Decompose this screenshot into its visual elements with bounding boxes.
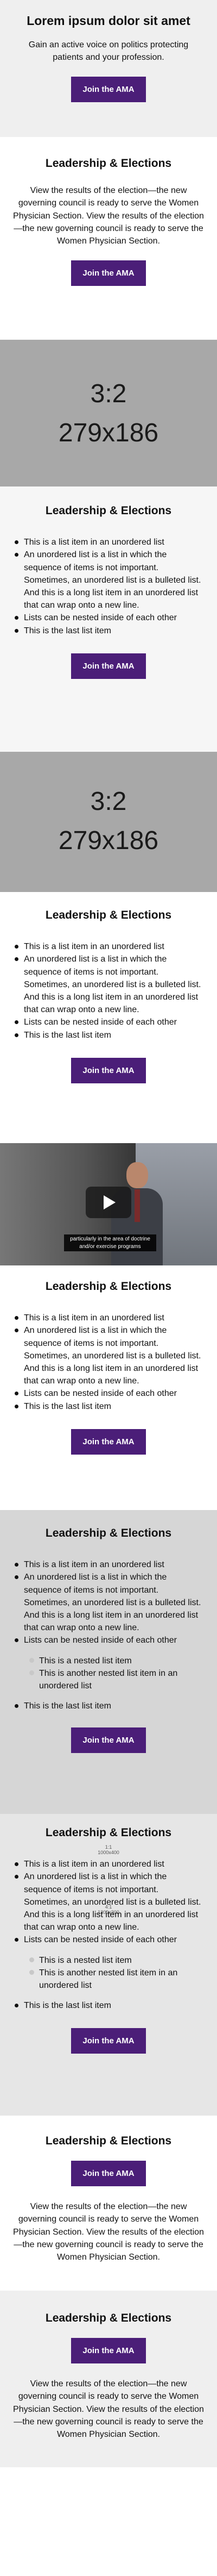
leadership-list-section: Leadership & Elections This is a list it… — [0, 486, 217, 752]
hero-section: Lorem ipsum dolor sit amet Gain an activ… — [0, 0, 217, 137]
section-title: Leadership & Elections — [45, 504, 172, 517]
leadership-text-section: Leadership & Elections View the results … — [0, 137, 217, 340]
join-button[interactable]: Join the AMA — [71, 2028, 146, 2054]
list-item: An unordered list is a list in which the… — [13, 1324, 204, 1387]
hero-text: Gain an active voice on politics protect… — [28, 40, 189, 62]
list-item: Lists can be nested inside of each other… — [13, 1933, 204, 1992]
placeholder-ratio: 3:2 — [90, 787, 127, 816]
nested-list-item: This is another nested list item in an u… — [24, 1967, 204, 1992]
list-item: This is the last list item — [13, 1029, 204, 1041]
section-text: View the results of the election—the new… — [13, 186, 204, 246]
join-button[interactable]: Join the AMA — [71, 1057, 146, 1083]
list-item: This is the last list item — [13, 625, 204, 637]
join-button[interactable]: Join the AMA — [71, 1727, 146, 1754]
section-title: Leadership & Elections — [45, 2312, 172, 2324]
list-item: This is a list item in an unordered list — [13, 1558, 204, 1571]
list-item: An unordered list is a list in which the… — [13, 1870, 204, 1933]
list-item: An unordered list is a list in which the… — [13, 953, 204, 1016]
list-item: This is a list item in an unordered list — [13, 940, 204, 953]
list-item: Lists can be nested inside of each other — [13, 612, 204, 624]
hero-title: Lorem ipsum dolor sit amet — [27, 14, 190, 28]
play-icon[interactable] — [86, 1187, 131, 1218]
list-item-text: Lists can be nested inside of each other — [24, 1636, 177, 1645]
leadership-text-section: Leadership & Elections Join the AMA View… — [0, 2116, 217, 2291]
join-button[interactable]: Join the AMA — [71, 260, 146, 286]
placeholder-ratio: 3:2 — [90, 379, 127, 408]
list-item: This is a list item in an unordered list — [13, 1858, 204, 1870]
section-title: Leadership & Elections — [45, 157, 172, 170]
leadership-text-section: Leadership & Elections Join the AMA View… — [0, 2291, 217, 2467]
section-title: Leadership & Elections — [45, 1826, 172, 1839]
list-item: This is the last list item — [13, 1400, 204, 1413]
section-text: View the results of the election—the new… — [13, 2379, 204, 2439]
nested-list-item: This is a nested list item — [24, 1954, 204, 1967]
list-item: An unordered list is a list in which the… — [13, 548, 204, 612]
unordered-list: This is a list item in an unordered list… — [13, 1312, 204, 1413]
leadership-nested-list-section: Leadership & Elections This is a list it… — [0, 1510, 217, 1814]
unordered-list: This is a list item in an unordered list… — [13, 536, 204, 637]
join-button[interactable]: Join the AMA — [71, 2338, 146, 2364]
list-item: This is the last list item — [13, 1700, 204, 1712]
join-button[interactable]: Join the AMA — [71, 653, 146, 679]
list-item: This is a list item in an unordered list — [13, 1312, 204, 1324]
section-title: Leadership & Elections — [45, 1527, 172, 1539]
join-button[interactable]: Join the AMA — [71, 2161, 146, 2187]
placeholder-image: 3:2 279x186 — [0, 340, 217, 486]
list-item: Lists can be nested inside of each other — [13, 1016, 204, 1028]
unordered-list: This is a list item in an unordered list… — [13, 1558, 204, 1712]
join-button[interactable]: Join the AMA — [71, 76, 146, 102]
video-player[interactable]: particularly in the area of doctrine and… — [0, 1143, 217, 1265]
section-title: Leadership & Elections — [45, 2135, 172, 2147]
unordered-list: This is a list item in an unordered list… — [13, 1858, 204, 2012]
section-title: Leadership & Elections — [45, 909, 172, 921]
list-item: This is a list item in an unordered list — [13, 536, 204, 548]
section-text: View the results of the election—the new… — [13, 2202, 204, 2262]
list-item: Lists can be nested inside of each other — [13, 1387, 204, 1400]
list-item: An unordered list is a list in which the… — [13, 1571, 204, 1634]
nested-list-item: This is another nested list item in an u… — [24, 1667, 204, 1692]
list-item: This is the last list item — [13, 1999, 204, 2012]
overlay-label: 1:1 1000x400 — [98, 1844, 119, 1855]
placeholder-image: 3:2 279x186 — [0, 752, 217, 892]
list-item-text: Lists can be nested inside of each other — [24, 1935, 177, 1945]
unordered-list: This is a list item in an unordered list… — [13, 940, 204, 1041]
leadership-nested-list-overlay-section: 1:1 1000x400 4:1 1200x300 1000x400 Leade… — [0, 1814, 217, 2116]
leadership-list-section: Leadership & Elections This is a list it… — [0, 1265, 217, 1510]
placeholder-size: 279x186 — [58, 826, 159, 855]
section-title: Leadership & Elections — [45, 1280, 172, 1293]
leadership-list-section: Leadership & Elections This is a list it… — [0, 892, 217, 1143]
join-button[interactable]: Join the AMA — [71, 1429, 146, 1455]
placeholder-size: 279x186 — [58, 419, 159, 447]
nested-list-item: This is a nested list item — [24, 1655, 204, 1667]
video-caption: particularly in the area of doctrine and… — [64, 1234, 156, 1251]
list-item: Lists can be nested inside of each other… — [13, 1634, 204, 1692]
